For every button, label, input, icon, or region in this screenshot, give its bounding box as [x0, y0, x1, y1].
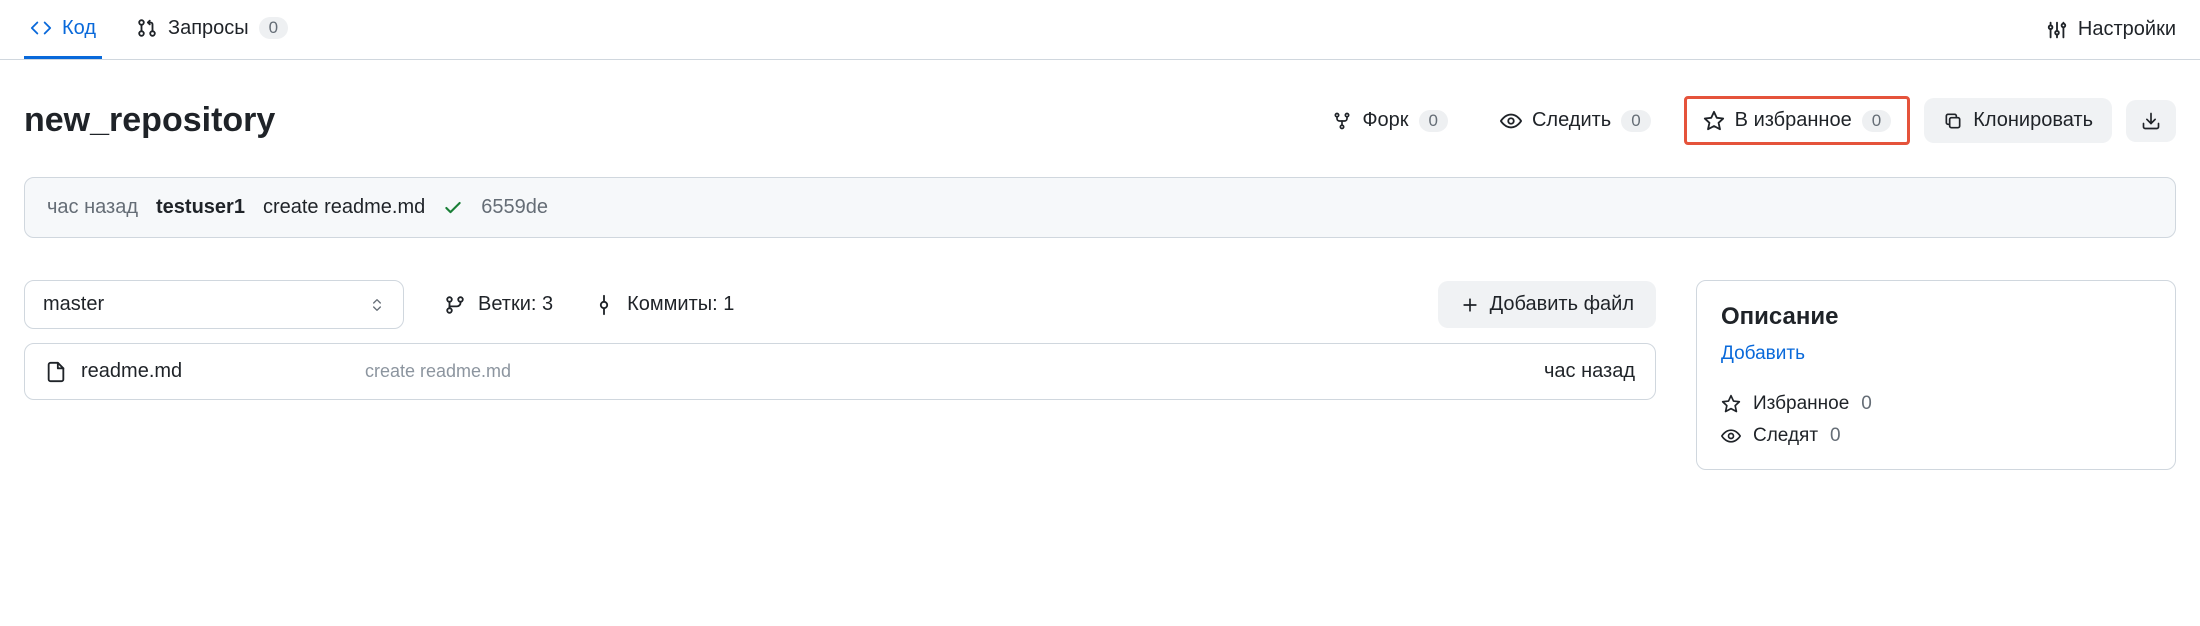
star-button[interactable]: В избранное 0	[1684, 96, 1911, 145]
fork-count: 0	[1419, 110, 1448, 132]
branches-label: Ветки: 3	[478, 293, 553, 316]
eye-icon	[1721, 426, 1741, 446]
tab-code-label: Код	[62, 17, 96, 40]
branches-link[interactable]: Ветки: 3	[444, 293, 553, 316]
fork-button[interactable]: Форк 0	[1313, 98, 1467, 143]
add-file-button[interactable]: Добавить файл	[1438, 281, 1656, 328]
settings-icon	[2046, 19, 2068, 41]
sidebar-star-count: 0	[1861, 393, 1872, 415]
add-file-label: Добавить файл	[1490, 293, 1634, 316]
tab-requests-label: Запросы	[168, 17, 249, 40]
file-row[interactable]: readme.md create readme.md час назад	[25, 344, 1655, 399]
commit-time: час назад	[47, 196, 138, 219]
watch-button[interactable]: Следить 0	[1481, 98, 1670, 143]
plus-icon	[1460, 295, 1480, 315]
fork-icon	[1332, 111, 1352, 131]
content-row: master Ветки: 3 Коммиты: 1	[0, 238, 2200, 470]
branch-selector[interactable]: master	[24, 280, 404, 329]
sidebar-add-description[interactable]: Добавить	[1721, 343, 1805, 365]
download-icon	[2141, 111, 2161, 131]
sidebar-star-stat[interactable]: Избранное 0	[1721, 393, 2151, 415]
copy-icon	[1943, 111, 1963, 131]
tab-requests[interactable]: Запросы 0	[130, 0, 294, 59]
star-icon	[1721, 394, 1741, 414]
check-icon	[443, 198, 463, 218]
file-name-cell: readme.md	[45, 360, 345, 383]
sidebar-star-label: Избранное	[1753, 393, 1849, 415]
commit-author: testuser1	[156, 196, 245, 219]
file-toolbar: master Ветки: 3 Коммиты: 1	[24, 280, 1656, 329]
latest-commit-bar[interactable]: час назад testuser1 create readme.md 655…	[24, 177, 2176, 238]
code-icon	[30, 17, 52, 39]
star-label: В избранное	[1735, 109, 1852, 132]
branch-icon	[444, 294, 466, 316]
star-icon	[1703, 110, 1725, 132]
sidebar-watch-count: 0	[1830, 425, 1841, 447]
tab-settings[interactable]: Настройки	[2046, 18, 2176, 41]
git-pull-request-icon	[136, 17, 158, 39]
commits-label: Коммиты: 1	[627, 293, 734, 316]
repo-header: new_repository Форк 0 Следить 0 В избран…	[0, 60, 2200, 153]
tabs-left: Код Запросы 0	[24, 0, 294, 59]
clone-button[interactable]: Клонировать	[1924, 98, 2112, 143]
file-commit-msg: create readme.md	[365, 361, 1524, 382]
requests-count-badge: 0	[259, 17, 288, 39]
tab-bar: Код Запросы 0 Настройки	[0, 0, 2200, 60]
watch-count: 0	[1621, 110, 1650, 132]
fork-label: Форк	[1362, 109, 1408, 132]
commits-link[interactable]: Коммиты: 1	[593, 293, 734, 316]
sidebar-watch-stat[interactable]: Следят 0	[1721, 425, 2151, 447]
main-column: master Ветки: 3 Коммиты: 1	[24, 280, 1656, 400]
repo-title: new_repository	[24, 101, 275, 140]
watch-label: Следить	[1532, 109, 1611, 132]
commit-hash: 6559de	[481, 196, 548, 219]
tab-settings-label: Настройки	[2078, 18, 2176, 41]
file-name: readme.md	[81, 360, 182, 383]
branch-current: master	[43, 293, 104, 316]
file-icon	[45, 361, 67, 383]
sidebar-title: Описание	[1721, 303, 2151, 331]
tab-code[interactable]: Код	[24, 0, 102, 59]
sidebar-watch-label: Следят	[1753, 425, 1818, 447]
eye-icon	[1500, 110, 1522, 132]
star-count: 0	[1862, 110, 1891, 132]
clone-label: Клонировать	[1973, 109, 2093, 132]
sidebar: Описание Добавить Избранное 0 Следят 0	[1696, 280, 2176, 470]
updown-icon	[369, 297, 385, 313]
commit-message: create readme.md	[263, 196, 425, 219]
commit-icon	[593, 294, 615, 316]
repo-actions: Форк 0 Следить 0 В избранное 0 Клонирова…	[1313, 96, 2176, 145]
file-list: readme.md create readme.md час назад	[24, 343, 1656, 400]
download-button[interactable]	[2126, 100, 2176, 142]
file-time: час назад	[1544, 360, 1635, 383]
